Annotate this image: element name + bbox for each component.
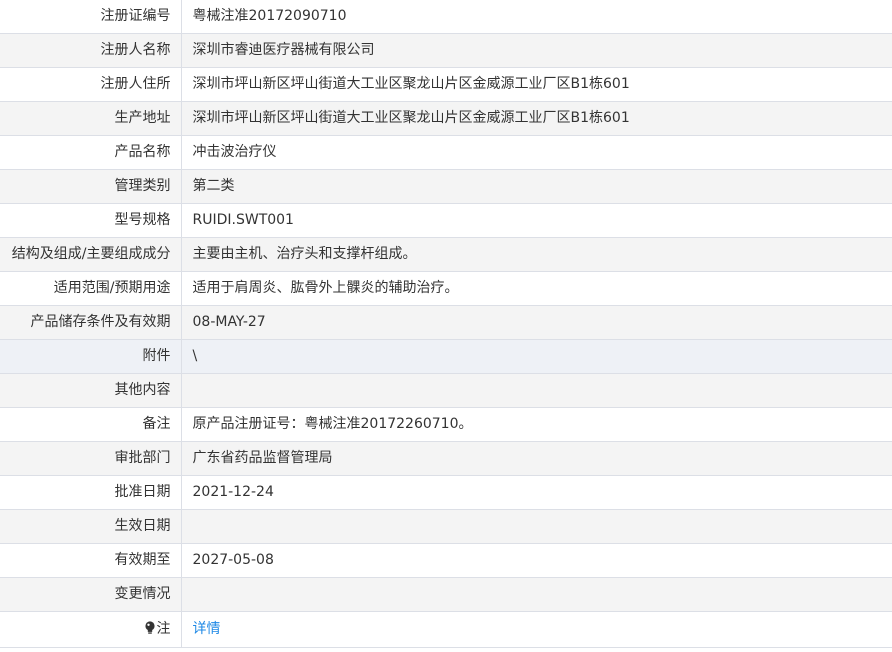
field-label: 备注 (0, 407, 182, 442)
field-value: 冲击波治疗仪 (181, 135, 892, 170)
field-label: 型号规格 (0, 203, 182, 238)
row-valid-until: 有效期至 2027-05-08 (0, 543, 892, 578)
row-change-status: 变更情况 (0, 577, 892, 612)
row-approval-department: 审批部门 广东省药品监督管理局 (0, 441, 892, 476)
field-value: \ (181, 339, 892, 374)
row-product-name: 产品名称 冲击波治疗仪 (0, 135, 892, 170)
field-value: 深圳市睿迪医疗器械有限公司 (181, 33, 892, 68)
field-label: 注册证编号 (0, 0, 182, 34)
field-label: 管理类别 (0, 169, 182, 204)
field-label: 生产地址 (0, 101, 182, 136)
details-link[interactable]: 详情 (193, 621, 221, 637)
field-label: 注册人名称 (0, 33, 182, 68)
lightbulb-icon (144, 614, 156, 634)
registration-details-table: 注册证编号 粤械注准20172090710 注册人名称 深圳市睿迪医疗器械有限公… (0, 0, 892, 648)
row-approval-date: 批准日期 2021-12-24 (0, 475, 892, 510)
field-value: 第二类 (181, 169, 892, 204)
field-value: 适用于肩周炎、肱骨外上髁炎的辅助治疗。 (181, 271, 892, 306)
note-label: 注 (156, 621, 171, 637)
field-label: 批准日期 (0, 475, 182, 510)
field-label: 生效日期 (0, 509, 182, 544)
field-value: RUIDI.SWT001 (181, 203, 892, 238)
row-intended-use: 适用范围/预期用途 适用于肩周炎、肱骨外上髁炎的辅助治疗。 (0, 271, 892, 306)
row-registrant-address: 注册人住所 深圳市坪山新区坪山街道大工业区聚龙山片区金威源工业厂区B1栋601 (0, 67, 892, 102)
field-label: 注册人住所 (0, 67, 182, 102)
field-label: 结构及组成/主要组成成分 (0, 237, 182, 272)
row-structure-composition: 结构及组成/主要组成成分 主要由主机、治疗头和支撑杆组成。 (0, 237, 892, 272)
field-value: 2021-12-24 (181, 475, 892, 510)
row-registrant-name: 注册人名称 深圳市睿迪医疗器械有限公司 (0, 33, 892, 68)
row-attachment: 附件 \ (0, 339, 892, 374)
field-label: 产品名称 (0, 135, 182, 170)
row-management-category: 管理类别 第二类 (0, 169, 892, 204)
field-value: 原产品注册证号：粤械注准20172260710。 (181, 407, 892, 442)
row-registration-number: 注册证编号 粤械注准20172090710 (0, 0, 892, 34)
field-value: 2027-05-08 (181, 543, 892, 578)
field-value: 深圳市坪山新区坪山街道大工业区聚龙山片区金威源工业厂区B1栋601 (181, 101, 892, 136)
field-value: 广东省药品监督管理局 (181, 441, 892, 476)
field-value (181, 577, 892, 612)
row-effective-date: 生效日期 (0, 509, 892, 544)
field-value: 08-MAY-27 (181, 305, 892, 340)
field-value: 粤械注准20172090710 (181, 0, 892, 34)
row-note: 注 详情 (0, 611, 892, 648)
row-remarks: 备注 原产品注册证号：粤械注准20172260710。 (0, 407, 892, 442)
field-label: 其他内容 (0, 373, 182, 408)
field-label: 附件 (0, 339, 182, 374)
row-production-address: 生产地址 深圳市坪山新区坪山街道大工业区聚龙山片区金威源工业厂区B1栋601 (0, 101, 892, 136)
note-value-cell: 详情 (181, 611, 892, 648)
row-other-content: 其他内容 (0, 373, 892, 408)
note-label-cell: 注 (0, 611, 182, 648)
row-model-spec: 型号规格 RUIDI.SWT001 (0, 203, 892, 238)
field-label: 有效期至 (0, 543, 182, 578)
field-label: 变更情况 (0, 577, 182, 612)
field-label: 产品储存条件及有效期 (0, 305, 182, 340)
row-storage-validity: 产品储存条件及有效期 08-MAY-27 (0, 305, 892, 340)
field-value (181, 509, 892, 544)
field-value (181, 373, 892, 408)
field-value: 主要由主机、治疗头和支撑杆组成。 (181, 237, 892, 272)
field-label: 适用范围/预期用途 (0, 271, 182, 306)
field-value: 深圳市坪山新区坪山街道大工业区聚龙山片区金威源工业厂区B1栋601 (181, 67, 892, 102)
field-label: 审批部门 (0, 441, 182, 476)
